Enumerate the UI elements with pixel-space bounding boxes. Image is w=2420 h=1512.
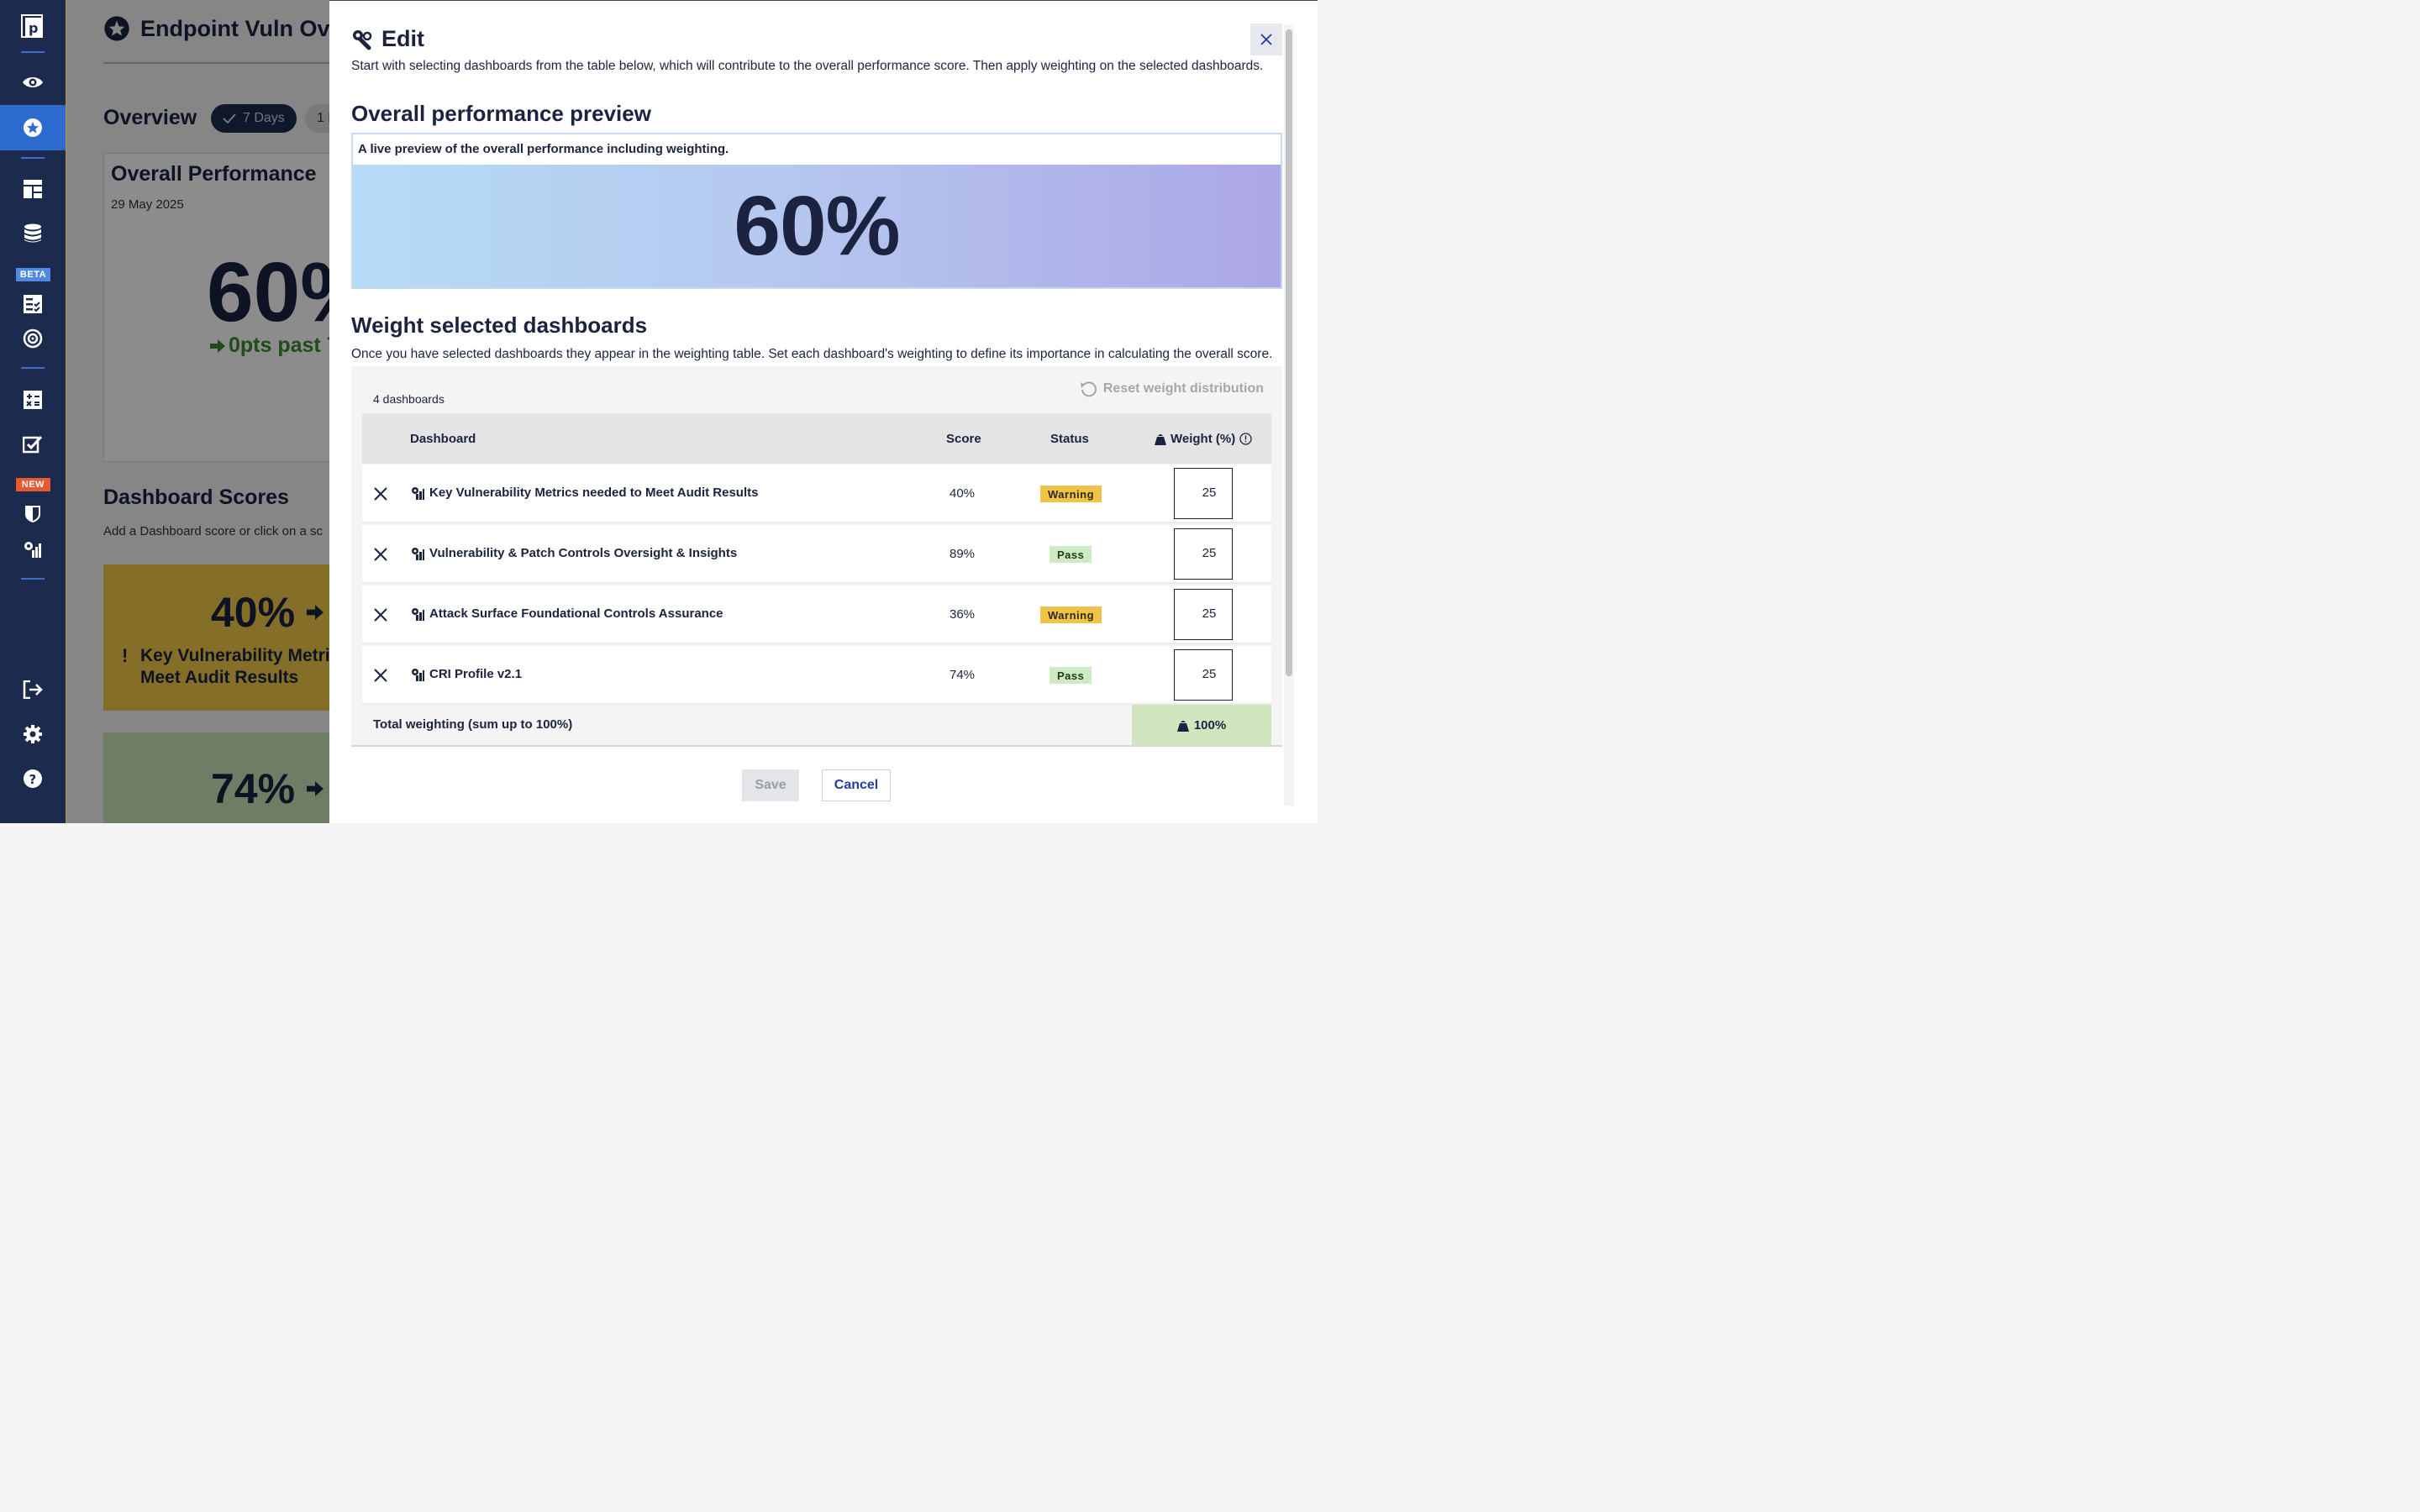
remove-row-icon[interactable] (372, 667, 389, 684)
reset-icon (1080, 381, 1097, 397)
nav-dashboards-star[interactable] (0, 105, 66, 150)
row-dashboard-name: CRI Profile v2.1 (411, 667, 522, 681)
edit-panel: Edit Start with selecting dashboards fro… (329, 0, 1318, 823)
preview-caption: A live preview of the overall performanc… (353, 134, 1281, 165)
nav-watch[interactable] (0, 60, 66, 104)
weight-icon (1155, 434, 1166, 445)
side-navigation: p BETA NEW ? (0, 0, 66, 823)
row-dashboard-name: Key Vulnerability Metrics needed to Meet… (411, 486, 758, 500)
nav-database[interactable] (0, 212, 66, 255)
app-logo[interactable]: p (0, 5, 66, 49)
row-score: 40% (949, 486, 976, 501)
eye-icon (23, 77, 43, 87)
star-circle-icon (24, 118, 42, 137)
nav-target[interactable] (0, 317, 66, 360)
nav-separator (21, 367, 45, 369)
nav-separator (21, 578, 45, 580)
row-dashboard-name: Attack Surface Foundational Controls Ass… (411, 606, 723, 621)
remove-row-icon[interactable] (372, 546, 389, 563)
total-label: Total weighting (sum up to 100%) (373, 717, 573, 732)
status-badge: Pass (1050, 667, 1092, 684)
logo-icon: p (21, 14, 43, 38)
total-value: 100% (1132, 705, 1271, 745)
column-status: Status (1050, 432, 1089, 446)
modal-title: Edit (351, 26, 424, 52)
weight-input[interactable]: 25 (1174, 468, 1233, 519)
nav-settings[interactable] (0, 712, 66, 756)
nav-calculator[interactable] (0, 378, 66, 422)
weight-input[interactable]: 25 (1174, 589, 1233, 640)
nav-separator (21, 157, 45, 159)
weight-intro: Once you have selected dashboards they a… (351, 347, 1273, 361)
row-score: 89% (949, 547, 976, 561)
nav-settings-chart[interactable] (0, 528, 66, 571)
status-badge: Warning (1040, 486, 1102, 502)
edit-tools-icon (353, 29, 372, 50)
nav-tasks[interactable] (0, 423, 66, 466)
checkbox-icon (23, 435, 43, 454)
nav-beta-report[interactable] (0, 272, 66, 316)
gear-chart-icon (24, 542, 41, 558)
weight-icon (1176, 720, 1189, 732)
checklist-icon (24, 295, 42, 313)
intro-text: Start with selecting dashboards from the… (351, 59, 1264, 73)
close-icon (1260, 34, 1272, 45)
database-icon (24, 223, 41, 243)
row-score: 36% (949, 607, 976, 622)
cancel-button[interactable]: Cancel (822, 769, 891, 801)
nav-help[interactable]: ? (0, 757, 66, 801)
help-icon: ? (24, 769, 42, 788)
info-icon[interactable] (1239, 433, 1252, 445)
svg-text:p: p (29, 20, 38, 36)
scrollbar[interactable] (1284, 24, 1294, 806)
save-button[interactable]: Save (742, 769, 799, 801)
calculator-icon (24, 391, 42, 409)
weight-input[interactable]: 25 (1174, 528, 1233, 580)
column-weight: Weight (%) (1155, 432, 1252, 446)
target-icon (23, 328, 43, 349)
column-dashboard: Dashboard (410, 432, 476, 446)
column-score: Score (946, 432, 981, 446)
layout-icon (24, 180, 42, 198)
dashboard-type-icon (412, 547, 424, 560)
logout-icon (23, 680, 43, 699)
nav-shield[interactable] (0, 482, 66, 526)
preview-box: A live preview of the overall performanc… (351, 133, 1282, 289)
table-row: Vulnerability & Patch Controls Oversight… (362, 525, 1271, 584)
nav-layout[interactable] (0, 167, 66, 211)
table-header: Dashboard Score Status Weight (%) (362, 413, 1271, 464)
dashboard-type-icon (412, 486, 424, 500)
preview-score: 60% (353, 165, 1281, 287)
shield-icon (25, 506, 40, 522)
dashboard-type-icon (412, 668, 424, 681)
modal-backdrop[interactable] (66, 0, 329, 823)
weight-input[interactable]: 25 (1174, 649, 1233, 701)
close-button[interactable] (1250, 24, 1282, 55)
gear-icon (24, 725, 42, 743)
row-dashboard-name: Vulnerability & Patch Controls Oversight… (411, 546, 737, 560)
table-row: CRI Profile v2.1 74% Pass 25 (362, 646, 1271, 705)
table-row: Key Vulnerability Metrics needed to Meet… (362, 465, 1271, 523)
total-weighting-row: Total weighting (sum up to 100%) 100% (362, 705, 1271, 745)
remove-row-icon[interactable] (372, 486, 389, 502)
weight-heading: Weight selected dashboards (351, 312, 648, 338)
preview-value: 60% (734, 178, 900, 273)
remove-row-icon[interactable] (372, 606, 389, 623)
status-badge: Pass (1050, 546, 1092, 563)
nav-logout[interactable] (0, 668, 66, 711)
weighting-panel: 4 dashboards Reset weight distribution D… (351, 366, 1282, 747)
svg-text:?: ? (29, 772, 37, 787)
status-badge: Warning (1040, 606, 1102, 623)
scrollbar-thumb[interactable] (1286, 29, 1292, 676)
table-row: Attack Surface Foundational Controls Ass… (362, 585, 1271, 644)
dashboard-type-icon (412, 607, 424, 621)
preview-heading: Overall performance preview (351, 101, 651, 126)
dashboard-count: 4 dashboards (373, 392, 445, 406)
reset-weight-button[interactable]: Reset weight distribution (1080, 380, 1264, 398)
row-score: 74% (949, 668, 976, 682)
nav-separator (21, 51, 45, 53)
